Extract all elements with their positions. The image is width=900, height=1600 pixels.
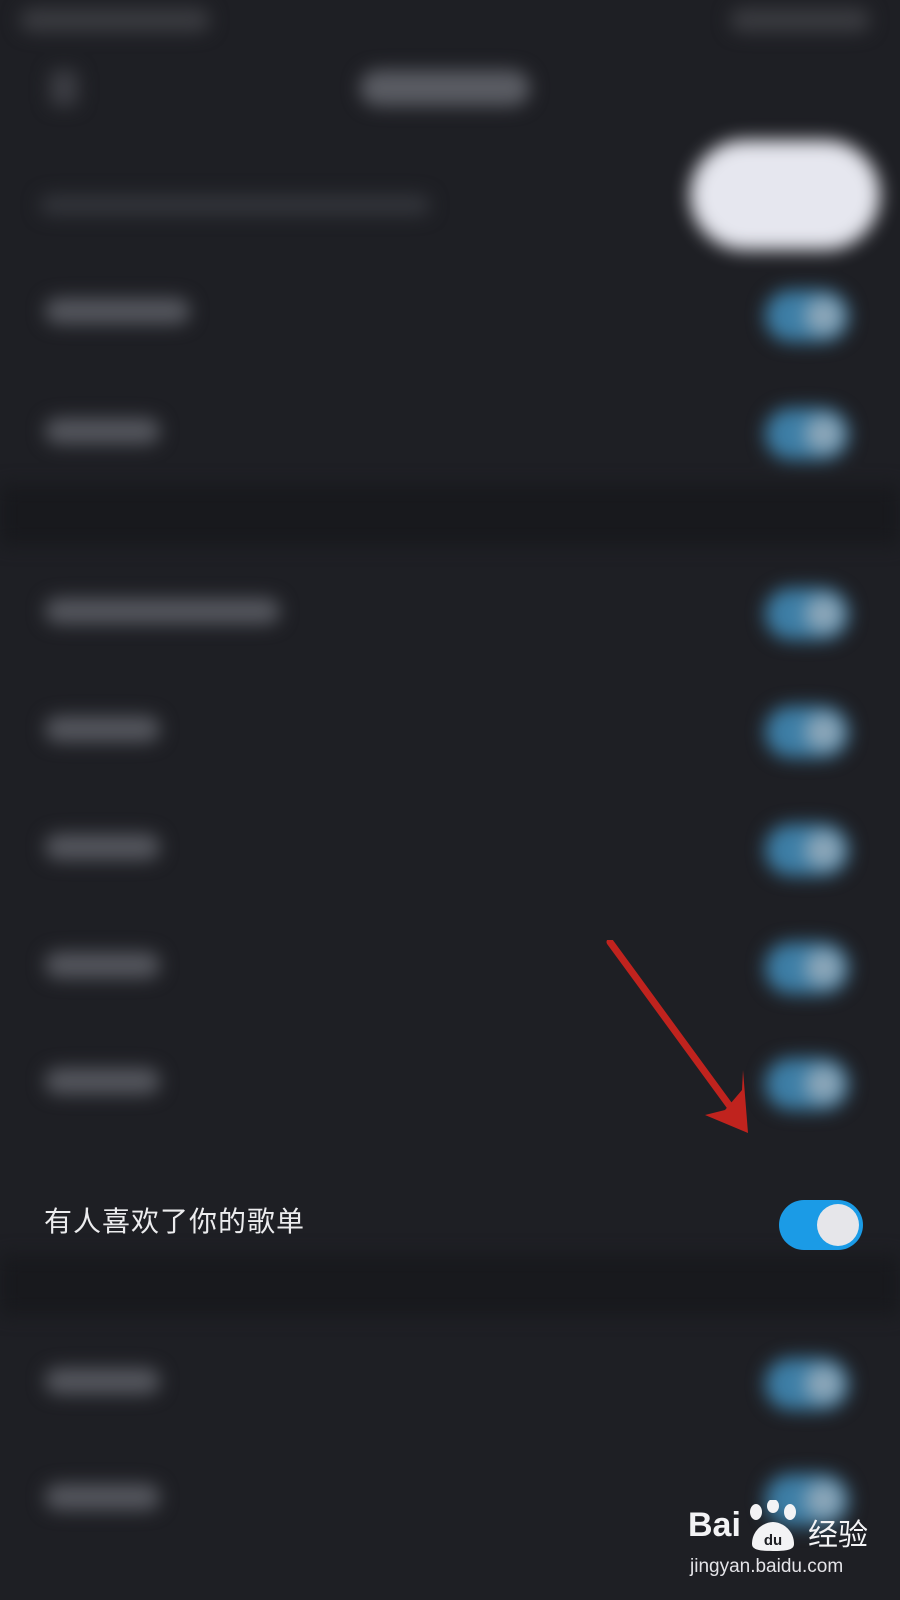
toggle-knob [817, 1204, 859, 1246]
blurred-back-icon [50, 70, 78, 106]
blurred-row-label [45, 418, 160, 444]
blurred-row-toggle [765, 588, 849, 640]
blurred-row-toggle [765, 1358, 849, 1410]
blurred-row-label [45, 834, 160, 860]
blurred-row-label [45, 298, 190, 324]
blurred-row-toggle [765, 706, 849, 758]
blurred-row-label [45, 952, 160, 978]
playlist-liked-toggle[interactable] [779, 1200, 863, 1250]
blurred-row-toggle [765, 408, 849, 460]
svg-text:du: du [764, 1532, 782, 1549]
blurred-row-label [45, 1368, 160, 1394]
blurred-description [40, 195, 430, 215]
blurred-row-label [45, 716, 160, 742]
blurred-section-divider [0, 485, 900, 545]
blurred-page-title [360, 70, 530, 106]
blurred-row-toggle [765, 290, 849, 342]
watermark-product: 经验 [808, 1518, 868, 1553]
blurred-row-label [45, 1484, 160, 1510]
blurred-row-toggle [765, 824, 849, 876]
blurred-status-icons [730, 8, 870, 32]
blurred-master-toggle [690, 140, 880, 250]
watermark-brand: Bai [688, 1506, 741, 1544]
baidu-paw-icon: du [750, 1500, 796, 1551]
blurred-row-label [45, 1068, 160, 1094]
blurred-row-label [45, 598, 280, 624]
row-label: 有人喜欢了你的歌单 [44, 1205, 306, 1238]
blurred-status-bar [20, 8, 210, 32]
baidu-jingyan-watermark: Bai du 经验 jingyan.baidu.com [688, 1500, 888, 1590]
blurred-settings-list [0, 0, 900, 1600]
playlist-liked-notification-row[interactable]: 有人喜欢了你的歌单 [0, 1164, 900, 1284]
watermark-url: jingyan.baidu.com [690, 1556, 844, 1577]
red-arrow-icon [606, 940, 748, 1133]
blurred-row-toggle [765, 942, 849, 994]
blurred-row-toggle [765, 1058, 849, 1110]
